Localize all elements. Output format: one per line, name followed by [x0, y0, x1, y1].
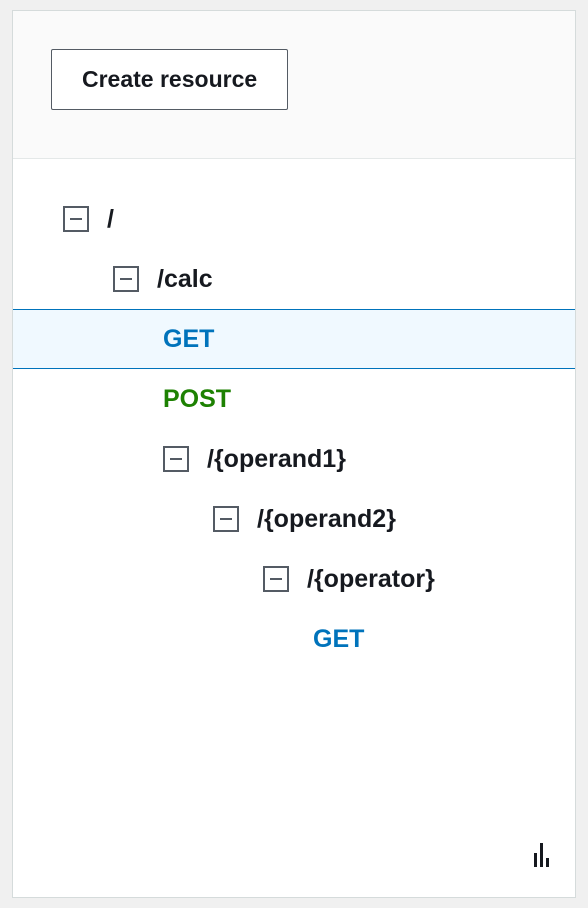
tree-node-root[interactable]: / — [13, 189, 575, 249]
http-method-label: POST — [163, 385, 231, 414]
tree-method-calc-get[interactable]: GET — [13, 309, 575, 369]
collapse-icon[interactable] — [113, 266, 139, 292]
tree-node-label: /{operand2} — [257, 505, 396, 534]
tree-node-label: /{operator} — [307, 565, 435, 594]
http-method-label: GET — [313, 625, 364, 654]
tree-node-label: /{operand1} — [207, 445, 346, 474]
resource-panel: Create resource / /calc GET POST /{opera… — [12, 10, 576, 898]
collapse-icon[interactable] — [63, 206, 89, 232]
collapse-icon[interactable] — [163, 446, 189, 472]
create-resource-button[interactable]: Create resource — [51, 49, 288, 110]
tree-node-label: /calc — [157, 265, 213, 294]
collapse-icon[interactable] — [263, 566, 289, 592]
resource-tree: / /calc GET POST /{operand1} /{operand2}… — [13, 159, 575, 669]
panel-header: Create resource — [13, 11, 575, 159]
tree-node-operand1[interactable]: /{operand1} — [13, 429, 575, 489]
tree-node-calc[interactable]: /calc — [13, 249, 575, 309]
feedback-icon[interactable] — [534, 843, 549, 867]
tree-method-operator-get[interactable]: GET — [13, 609, 575, 669]
http-method-label: GET — [163, 325, 214, 354]
tree-node-label: / — [107, 205, 114, 234]
tree-node-operator[interactable]: /{operator} — [13, 549, 575, 609]
tree-node-operand2[interactable]: /{operand2} — [13, 489, 575, 549]
collapse-icon[interactable] — [213, 506, 239, 532]
tree-method-calc-post[interactable]: POST — [13, 369, 575, 429]
